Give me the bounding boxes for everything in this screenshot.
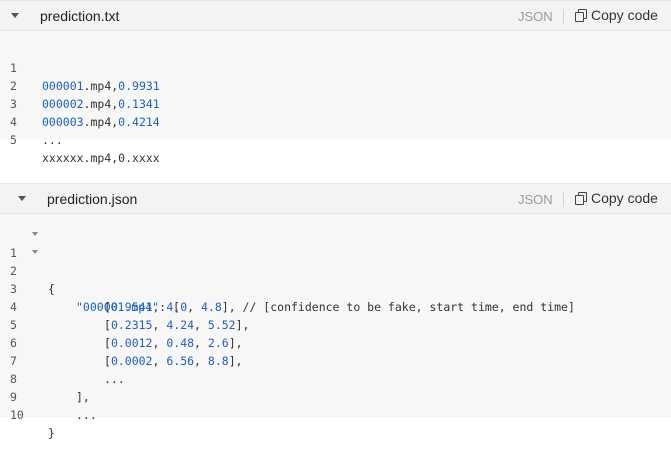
code-line: 2 000002.mp4,0.1341 <box>0 59 671 111</box>
code-line: 3 000003.mp4,0.4214 <box>0 77 671 129</box>
code-line: 7 ... <box>0 334 671 386</box>
code-line: 4 [0.2315, 4.24, 5.52], <box>10 300 250 332</box>
code-line: 4 ... <box>0 95 671 147</box>
header-divider <box>563 9 564 24</box>
code-block-prediction-json: prediction.json JSON Copy code 1 { 2 "00… <box>0 183 671 440</box>
code-block-header: prediction.json JSON Copy code <box>0 184 671 214</box>
copy-code-button[interactable]: Copy code <box>575 7 658 23</box>
collapse-chevron-icon[interactable] <box>11 12 19 20</box>
code-line: 10 } <box>0 388 671 440</box>
code-line: 5 [0.0012, 0.48, 2.6], <box>10 318 243 350</box>
code-line: 3 [0.9541, 4.0, 4.8], // [confidence to … <box>10 282 575 314</box>
code-line: 9 ... <box>0 370 671 422</box>
code-block-prediction-txt: prediction.txt JSON Copy code 1 000001.m… <box>0 0 671 165</box>
code-line: 1 { <box>0 226 671 296</box>
fold-arrow-icon[interactable] <box>32 250 38 254</box>
code-line: 5 xxxxxx.mp4,0.xxxx <box>0 113 671 165</box>
code-line: 1 000001.mp4,0.9931 <box>0 41 671 93</box>
code-line: 6 [0.0002, 6.56, 8.8], <box>10 336 243 368</box>
code-token: } <box>48 426 55 440</box>
line-number: 5 <box>10 133 17 147</box>
copy-code-label: Copy code <box>591 190 658 206</box>
header-divider <box>563 192 564 207</box>
code-block-header: prediction.txt JSON Copy code <box>0 1 671 31</box>
code-line: 2 "000001.mp4": [ <box>0 244 671 314</box>
copy-code-button[interactable]: Copy code <box>575 190 658 206</box>
file-name: prediction.txt <box>40 8 120 24</box>
copy-code-label: Copy code <box>591 7 658 23</box>
copy-icon <box>575 9 587 22</box>
language-label: JSON <box>518 192 553 207</box>
fold-arrow-icon[interactable] <box>32 232 38 236</box>
code-line: 8 ], <box>0 352 671 404</box>
file-name: prediction.json <box>47 191 138 207</box>
line-number: 10 <box>10 408 24 422</box>
collapse-chevron-icon[interactable] <box>18 195 26 203</box>
code-token: ... <box>76 408 97 422</box>
code-body: 1 000001.mp4,0.9931 2 000002.mp4,0.1341 … <box>0 31 671 165</box>
language-label: JSON <box>518 9 553 24</box>
code-body: 1 { 2 "000001.mp4": [ 3 [0.9541, 4.0, 4.… <box>0 214 671 440</box>
code-token: ... <box>42 133 63 147</box>
copy-icon <box>575 192 587 205</box>
code-token: xxxxxx.mp4,0.xxxx <box>42 151 160 165</box>
